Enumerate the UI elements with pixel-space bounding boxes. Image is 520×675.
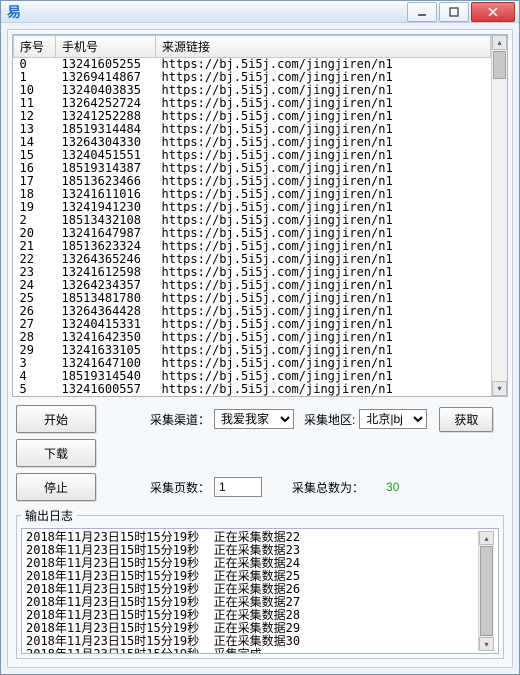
col-header-url[interactable]: 来源链接 bbox=[156, 36, 491, 58]
start-button[interactable]: 开始 bbox=[16, 405, 96, 433]
close-button[interactable] bbox=[471, 2, 515, 22]
log-textarea[interactable]: 2018年11月23日15时15分19秒 正在采集数据22 2018年11月23… bbox=[21, 528, 499, 654]
col-header-index[interactable]: 序号 bbox=[14, 36, 56, 58]
log-panel: 输出日志 2018年11月23日15时15分19秒 正在采集数据22 2018年… bbox=[16, 507, 504, 659]
stop-button[interactable]: 停止 bbox=[16, 473, 96, 501]
minimize-button[interactable] bbox=[407, 2, 437, 22]
region-label: 采集地区: bbox=[304, 411, 355, 428]
app-icon: 易 bbox=[5, 3, 23, 21]
total-value: 30 bbox=[386, 480, 399, 494]
app-window: 易 序号 手机号 来源链接 013241605255https://b bbox=[0, 0, 520, 675]
channel-select[interactable]: 我爱我家 bbox=[214, 409, 294, 429]
pages-input[interactable] bbox=[214, 477, 262, 497]
titlebar[interactable]: 易 bbox=[1, 1, 519, 23]
scroll-down-icon[interactable]: ▾ bbox=[492, 381, 507, 396]
fetch-button[interactable]: 获取 bbox=[439, 407, 493, 432]
table-row[interactable]: 513241600557https://bj.5i5j.com/jingjire… bbox=[14, 383, 491, 396]
grid-scrollbar[interactable]: ▴ ▾ bbox=[491, 35, 507, 396]
channel-label: 采集渠道： bbox=[150, 411, 210, 428]
total-label: 采集总数为： bbox=[292, 479, 364, 496]
client-area: 序号 手机号 来源链接 013241605255https://bj.5i5j.… bbox=[7, 29, 513, 668]
pages-label: 采集页数： bbox=[150, 479, 210, 496]
region-select[interactable]: 北京|bj bbox=[359, 409, 427, 429]
log-title: 输出日志 bbox=[21, 507, 77, 524]
scroll-thumb[interactable] bbox=[493, 51, 506, 79]
table-row[interactable]: 013241605255https://bj.5i5j.com/jingjire… bbox=[14, 58, 491, 72]
scroll-up-icon[interactable]: ▴ bbox=[479, 531, 494, 545]
col-header-phone[interactable]: 手机号 bbox=[56, 36, 156, 58]
scroll-up-icon[interactable]: ▴ bbox=[492, 35, 507, 50]
data-grid[interactable]: 序号 手机号 来源链接 013241605255https://bj.5i5j.… bbox=[12, 34, 508, 397]
scroll-thumb[interactable] bbox=[480, 546, 493, 636]
scroll-down-icon[interactable]: ▾ bbox=[479, 637, 494, 651]
log-scrollbar[interactable]: ▴ ▾ bbox=[478, 531, 494, 651]
download-button[interactable]: 下载 bbox=[16, 439, 96, 467]
controls-panel: 开始 采集渠道： 我爱我家 采集地区: 北京|bj 获取 下载 停止 采集页数：… bbox=[12, 397, 508, 663]
maximize-button[interactable] bbox=[439, 2, 469, 22]
